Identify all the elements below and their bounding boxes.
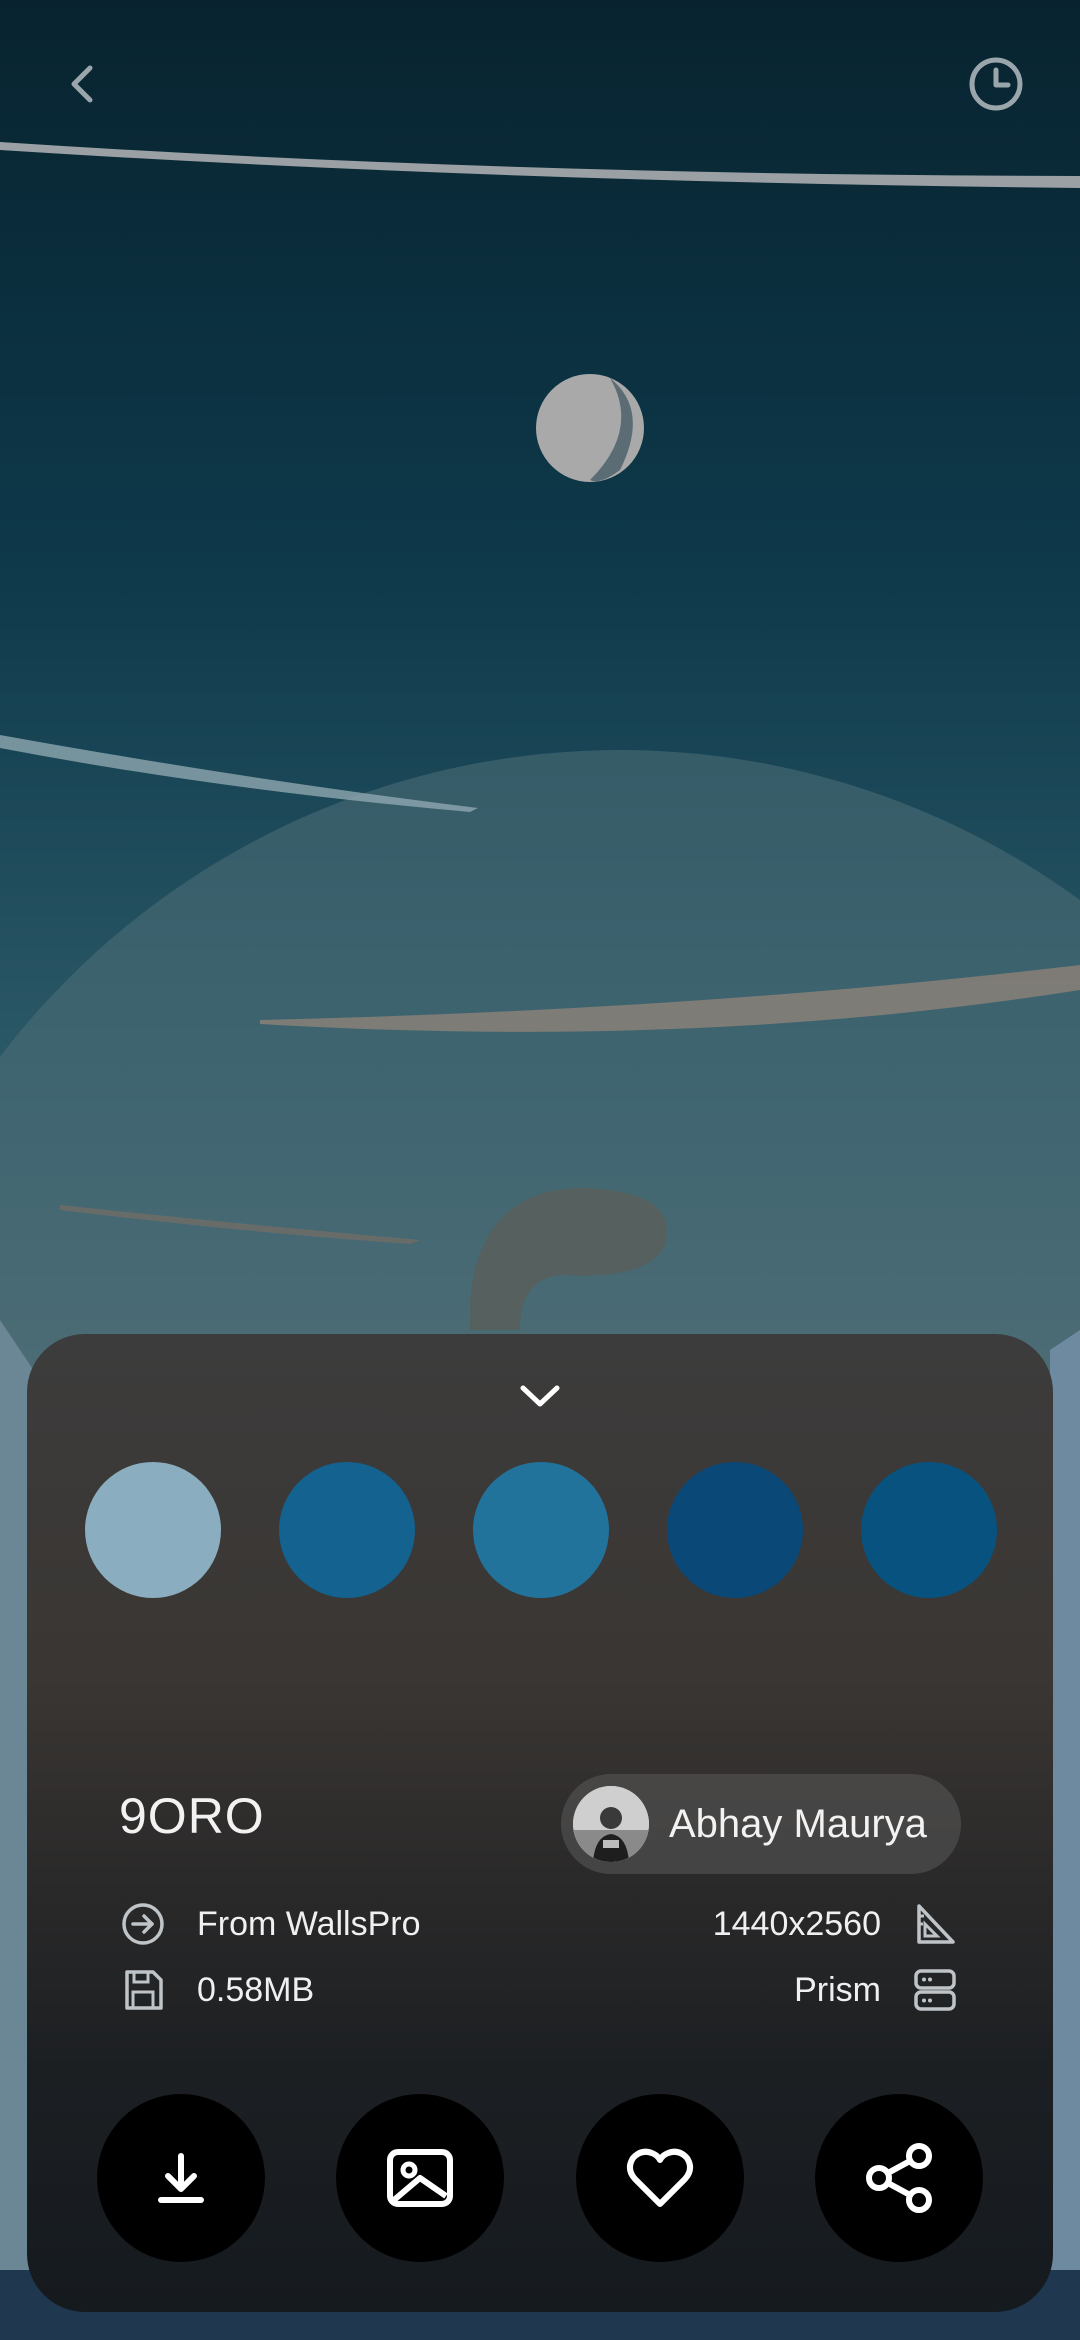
author-chip[interactable]: Abhay Maurya — [561, 1774, 961, 1874]
favorite-button[interactable] — [576, 2094, 744, 2262]
heart-icon — [627, 2148, 693, 2207]
chevron-down-icon — [520, 1385, 560, 1407]
palette-swatch[interactable] — [861, 1462, 997, 1598]
set-wallpaper-button[interactable] — [336, 2094, 504, 2262]
collapse-panel-button[interactable] — [507, 1372, 573, 1422]
avatar — [573, 1786, 649, 1862]
download-button[interactable] — [97, 2094, 265, 2262]
resolution-label: 1440x2560 — [712, 1905, 881, 1943]
clock-icon — [969, 57, 1023, 111]
file-size-label: 0.58MB — [197, 1971, 315, 2009]
back-button[interactable] — [48, 48, 120, 120]
server-icon — [914, 1969, 956, 2011]
floppy-disk-icon — [125, 1970, 163, 2010]
wallpaper-info-panel: 9ORO Abhay Maurya From WallsPro 0.58MB 1… — [27, 1334, 1053, 2312]
source-label: From WallsPro — [197, 1905, 421, 1943]
palette-swatch[interactable] — [667, 1462, 803, 1598]
image-icon — [387, 2149, 453, 2207]
download-icon — [158, 2153, 204, 2203]
provider-label: Prism — [794, 1971, 881, 2009]
palette-swatch[interactable] — [279, 1462, 415, 1598]
palette-swatch[interactable] — [473, 1462, 609, 1598]
wallpaper-title: 9ORO — [119, 1788, 265, 1844]
chevron-left-icon — [71, 65, 93, 103]
share-button[interactable] — [815, 2094, 983, 2262]
arrow-circle-right-icon — [122, 1903, 164, 1945]
palette-swatch[interactable] — [85, 1462, 221, 1598]
history-button[interactable] — [960, 48, 1032, 120]
author-name: Abhay Maurya — [669, 1802, 927, 1846]
set-square-icon — [917, 1904, 955, 1944]
share-icon — [866, 2143, 932, 2213]
